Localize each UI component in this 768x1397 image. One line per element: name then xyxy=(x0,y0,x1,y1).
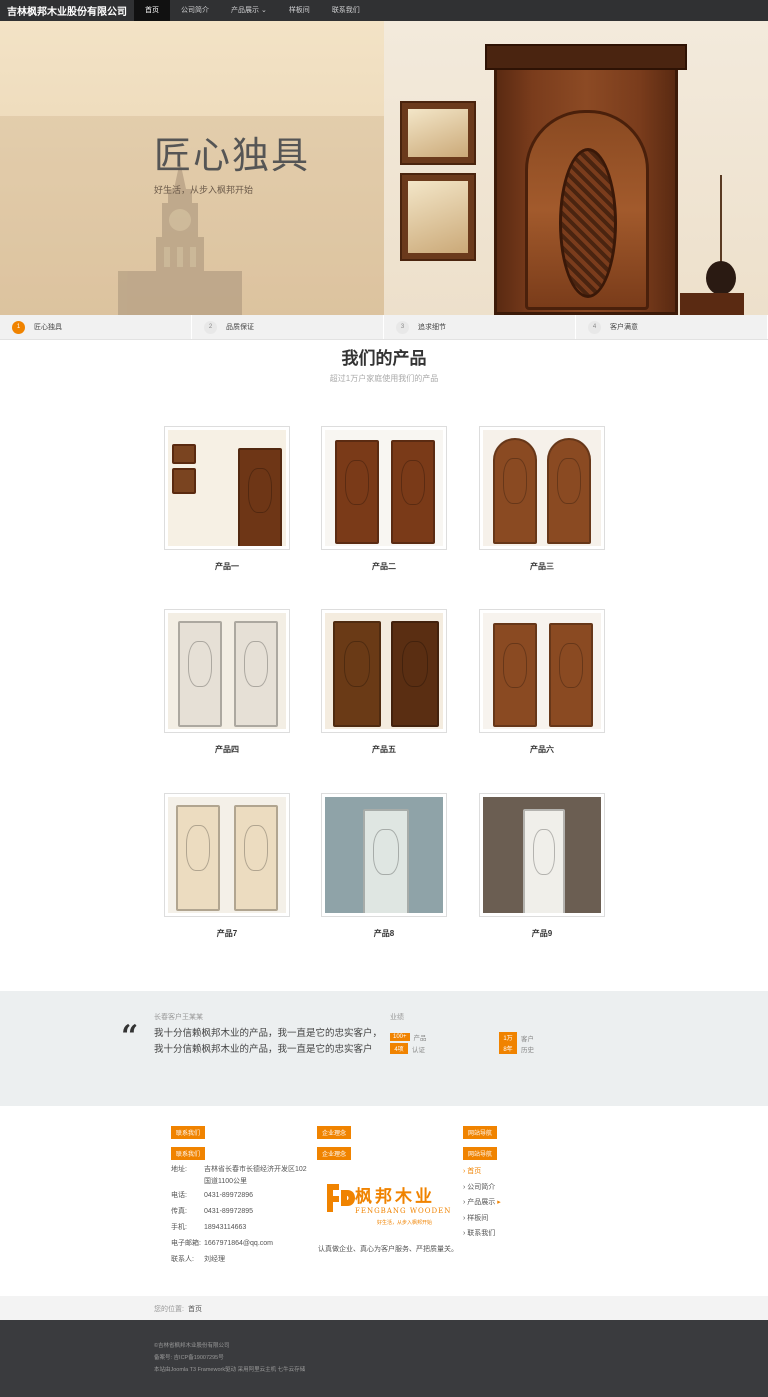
powered-by: 本站由Joomla T3 Framework驱动 采用阿里云主机 七牛云存储 xyxy=(154,1367,306,1373)
testimonial-author: 长春客户王某某 xyxy=(154,1014,203,1021)
product-name[interactable]: 产品五 xyxy=(321,744,447,755)
product-image[interactable] xyxy=(325,430,443,546)
footer-link-showroom[interactable]: › 样板间 xyxy=(463,1213,488,1223)
step-4[interactable]: 4 客户满意 xyxy=(576,315,768,339)
product-card[interactable] xyxy=(164,793,290,917)
site-nav-tag: 网站导航 xyxy=(463,1126,498,1139)
hero-banner: 匠心独具 好生活，从步入枫邦开始 xyxy=(0,21,768,315)
product-name[interactable]: 产品8 xyxy=(321,928,447,939)
contact-tag: 联系我们 xyxy=(171,1126,206,1139)
step-3[interactable]: 3 追求细节 xyxy=(384,315,576,339)
breadcrumb-label: 您的位置: xyxy=(154,1306,184,1313)
product-image[interactable] xyxy=(325,797,443,913)
breadcrumb-home[interactable]: 首页 xyxy=(188,1304,202,1314)
product-image[interactable] xyxy=(483,430,601,546)
site-nav-tag-2: 网站导航 xyxy=(463,1147,498,1160)
product-image[interactable] xyxy=(325,613,443,729)
contact-mobile: 手机: 18943114663 xyxy=(171,1224,247,1231)
hero-door-image xyxy=(384,21,768,315)
contact-address-key: 地址: xyxy=(171,1166,187,1173)
quote-icon: “ xyxy=(121,1019,139,1054)
contact-address: 吉林省长春市长德经济开发区102国道1100公里 xyxy=(204,1166,307,1185)
logo-cn: 枫邦木业 xyxy=(355,1187,435,1207)
product-card[interactable] xyxy=(321,609,447,733)
nav-item-home[interactable]: 首页 xyxy=(134,0,170,21)
company-tagline: 认真做企业、真心为客户服务、严把质量关。 xyxy=(318,1246,458,1253)
contact-email: 电子邮箱: 1667971864@qq.com xyxy=(171,1240,273,1247)
product-card[interactable] xyxy=(479,793,605,917)
testimonial-text: 我十分信赖枫邦木业的产品，我一直是它的忠实客户，我十分信赖枫邦木业的产品，我一直… xyxy=(154,1028,383,1055)
product-image[interactable] xyxy=(168,797,286,913)
culture-tag: 企业理念 xyxy=(317,1126,352,1139)
footer-link-about[interactable]: › 公司简介 xyxy=(463,1182,495,1192)
contact-person: 联系人: 刘经理 xyxy=(171,1256,225,1263)
nav-item-contact[interactable]: 联系我们 xyxy=(321,0,371,21)
breadcrumb xyxy=(0,1296,768,1320)
contact-phone: 电话: 0431-89972896 xyxy=(171,1192,254,1199)
step-1[interactable]: 1 匠心独具 xyxy=(0,315,192,339)
stat-history: 8年 历史 xyxy=(499,1043,534,1054)
step-2[interactable]: 2 品质保证 xyxy=(192,315,384,339)
nav-item-showroom[interactable]: 样板间 xyxy=(278,0,321,21)
hero-steps: 1 匠心独具 2 品质保证 3 追求细节 4 客户满意 xyxy=(0,315,768,340)
hero-left-bg: 匠心独具 好生活，从步入枫邦开始 xyxy=(0,21,384,315)
product-card[interactable] xyxy=(321,426,447,550)
product-name[interactable]: 产品四 xyxy=(164,744,290,755)
product-name[interactable]: 产品9 xyxy=(479,928,605,939)
icp-record[interactable]: 备案号: 吉ICP备19007295号 xyxy=(154,1353,224,1361)
logo-slogan: 好生活，从步入枫邦开始 xyxy=(377,1220,433,1226)
product-image[interactable] xyxy=(168,430,286,546)
company-logo-icon xyxy=(327,1184,355,1212)
product-image[interactable] xyxy=(483,797,601,913)
product-name[interactable]: 产品二 xyxy=(321,561,447,572)
product-card[interactable] xyxy=(164,426,290,550)
products-title: 我们的产品 xyxy=(341,349,427,368)
carved-door xyxy=(485,44,687,315)
product-image[interactable] xyxy=(168,613,286,729)
product-image[interactable] xyxy=(483,613,601,729)
bottom-bar xyxy=(0,1320,768,1397)
product-card[interactable] xyxy=(321,793,447,917)
wall-painting-top xyxy=(400,101,476,165)
stat-certifications: 4项 认证 xyxy=(390,1043,425,1054)
testimonial-section xyxy=(0,991,768,1106)
site-brand[interactable]: 吉林枫邦木业股份有限公司 xyxy=(0,3,134,18)
stat-products: 100+ 产品 xyxy=(390,1032,427,1042)
footer-link-products[interactable]: › 产品展示 ▸ xyxy=(463,1197,501,1207)
contact-tag-2: 联系我们 xyxy=(171,1147,206,1160)
nav-item-about[interactable]: 公司简介 xyxy=(170,0,220,21)
product-name[interactable]: 产品一 xyxy=(164,561,290,572)
logo-en: FENGBANG WOODEN xyxy=(355,1207,452,1215)
product-card[interactable] xyxy=(479,426,605,550)
top-navbar: 吉林枫邦木业股份有限公司 首页 公司简介 产品展示 ⌄ 样板间 联系我们 xyxy=(0,0,768,21)
copyright: ©吉林省枫邦木业股份有限公司 xyxy=(154,1343,230,1349)
product-name[interactable]: 产品三 xyxy=(479,561,605,572)
stat-customers: 1万 客户 xyxy=(499,1032,534,1043)
products-subtitle: 超过1万户家庭使用我们的产品 xyxy=(329,374,439,383)
product-card[interactable] xyxy=(479,609,605,733)
contact-fax: 传真: 0431-89972895 xyxy=(171,1208,254,1215)
wall-painting-bottom xyxy=(400,173,476,261)
stats-label: 业绩 xyxy=(390,1014,404,1021)
hero-subtitle: 好生活，从步入枫邦开始 xyxy=(154,185,254,195)
product-card[interactable] xyxy=(164,609,290,733)
product-name[interactable]: 产品六 xyxy=(479,744,605,755)
product-name[interactable]: 产品7 xyxy=(164,928,290,939)
culture-tag-2: 企业理念 xyxy=(317,1147,352,1160)
nav-item-products[interactable]: 产品展示 ⌄ xyxy=(220,0,278,21)
footer-link-home[interactable]: › 首页 xyxy=(463,1166,481,1176)
hero-title: 匠心独具 xyxy=(154,135,310,176)
footer-link-contact[interactable]: › 联系我们 xyxy=(463,1228,495,1238)
